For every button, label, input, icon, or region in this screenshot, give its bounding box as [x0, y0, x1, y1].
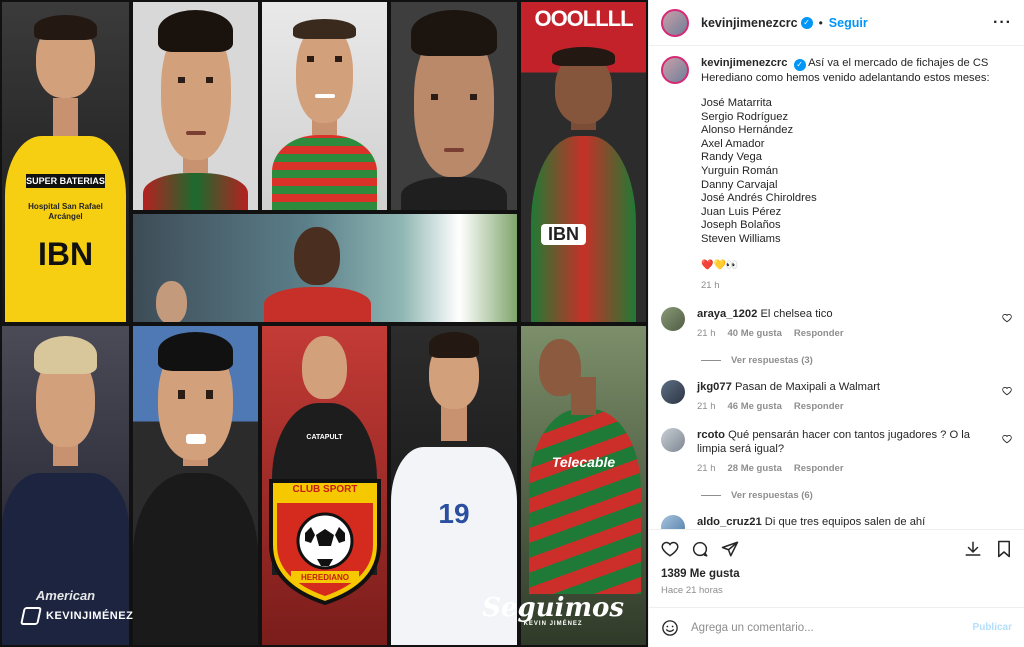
- comment-likes[interactable]: 40 Me gusta: [728, 327, 782, 341]
- watermark: KEVINJIMÉNEZ: [20, 607, 134, 625]
- add-comment-bar: Publicar: [649, 607, 1024, 647]
- player-name: Yurguin Román: [701, 164, 779, 177]
- comment-username[interactable]: aldo_cruz21: [697, 516, 762, 528]
- caption-username[interactable]: kevinjimenezcrc: [701, 57, 787, 69]
- view-replies-button[interactable]: Ver respuestas (3): [701, 355, 1012, 366]
- seguimos-text: Seguimos: [482, 593, 624, 623]
- post-container: SUPER BATERIAS Hospital San Rafael Arcán…: [0, 0, 1024, 647]
- comment-username[interactable]: jkg077: [697, 381, 732, 393]
- comment-text: Pasan de Maxipali a Walmart: [734, 380, 881, 393]
- sponsor-text: IBN: [541, 224, 586, 245]
- player-name: Axel Amador: [701, 137, 765, 150]
- player-photo: American: [0, 324, 131, 647]
- verified-badge-icon: ✓: [800, 16, 813, 29]
- player-name: José Andrés Chiroldres: [701, 192, 817, 205]
- author-avatar[interactable]: [661, 56, 689, 84]
- sponsor-text: Hospital San Rafael Arcángel: [28, 202, 103, 221]
- like-comment-heart-icon[interactable]: [1002, 434, 1012, 444]
- comment-likes[interactable]: 46 Me gusta: [728, 400, 782, 414]
- comment-likes[interactable]: 28 Me gusta: [728, 462, 782, 476]
- player-name: Alonso Hernández: [701, 124, 794, 137]
- sponsor-text: Telecable: [551, 454, 616, 470]
- player-photo: [260, 0, 389, 212]
- view-replies-label[interactable]: Ver respuestas (6): [731, 490, 813, 501]
- sponsor-text: IBN: [37, 236, 94, 272]
- comment-item: aldo_cruz21 Di que tres equipos salen de…: [661, 514, 1012, 529]
- comments-scroll-area[interactable]: kevinjimenezcrc ✓ Así va el mercado de f…: [649, 46, 1024, 529]
- comment-text: El chelsea tico: [760, 307, 833, 320]
- publish-button[interactable]: Publicar: [973, 622, 1012, 633]
- comment-time[interactable]: 21 h: [697, 400, 716, 414]
- player-name: Steven Williams: [701, 232, 781, 245]
- player-name: Randy Vega: [701, 151, 762, 164]
- comment-item: jkg077 Pasan de Maxipali a Walmart 21 h …: [661, 379, 1012, 414]
- commenter-avatar[interactable]: [661, 379, 685, 404]
- caption-emojis: ❤️💛👀: [701, 259, 739, 271]
- post-timestamp[interactable]: Hace 21 horas: [661, 585, 1012, 596]
- comment-username[interactable]: rcoto: [697, 429, 725, 441]
- sponsor-text: American: [35, 588, 96, 603]
- player-name: Danny Carvajal: [701, 178, 778, 191]
- author-avatar[interactable]: [661, 8, 689, 37]
- replies-divider: [701, 359, 721, 361]
- like-comment-heart-icon[interactable]: [1002, 386, 1012, 396]
- player-photo: OOOLLLL IBN: [519, 0, 648, 324]
- reply-button[interactable]: Responder: [794, 327, 844, 341]
- watermark-text: KEVINJIMÉNEZ: [46, 610, 134, 622]
- kj-logo-icon: [20, 607, 42, 625]
- commenter-avatar[interactable]: [661, 306, 685, 331]
- view-replies-label[interactable]: Ver respuestas (3): [731, 355, 813, 366]
- caption-time: 21 h: [701, 279, 720, 291]
- comment-bubble-icon[interactable]: [691, 540, 709, 558]
- player-name: Sergio Rodríguez: [701, 110, 789, 123]
- crest-label-bottom: HEREDIANO: [300, 573, 349, 582]
- comment-text: Di que tres equipos salen de ahí: [764, 515, 926, 528]
- player-photo: [131, 324, 260, 647]
- reply-button[interactable]: Responder: [794, 400, 844, 414]
- player-photo: [131, 0, 260, 212]
- verified-badge-icon: ✓: [793, 59, 806, 71]
- crest-label-top: CLUB SPORT: [292, 484, 358, 495]
- comment-time[interactable]: 21 h: [697, 462, 716, 476]
- view-replies-button[interactable]: Ver respuestas (6): [701, 490, 1012, 501]
- like-comment-heart-icon[interactable]: [1002, 313, 1012, 323]
- jersey-number: 19: [438, 498, 470, 529]
- comment-text: Qué pensarán hacer con tantos jugadores …: [697, 428, 971, 455]
- post-caption: kevinjimenezcrc ✓ Así va el mercado de f…: [661, 56, 1012, 293]
- likes-count[interactable]: 1389 Me gusta: [661, 568, 1012, 580]
- player-photo: SUPER BATERIAS Hospital San Rafael Arcán…: [0, 0, 131, 324]
- sponsor-text: SUPER BATERIAS: [26, 174, 105, 188]
- commenter-avatar[interactable]: [661, 514, 685, 529]
- author-username[interactable]: kevinjimenezcrc: [701, 16, 798, 30]
- share-paper-plane-icon[interactable]: [721, 540, 739, 558]
- save-bookmark-icon[interactable]: [996, 540, 1012, 558]
- sponsor-text: CATAPULT: [306, 434, 343, 441]
- comment-input[interactable]: [691, 621, 961, 634]
- player-photo: [131, 212, 519, 324]
- comment-time[interactable]: 21 h: [697, 327, 716, 341]
- player-name: José Matarrita: [701, 97, 772, 109]
- replies-divider: [701, 494, 721, 496]
- post-header: kevinjimenezcrc ✓ • Seguir ···: [649, 0, 1024, 46]
- post-sidebar: kevinjimenezcrc ✓ • Seguir ··· kevinjime…: [648, 0, 1024, 647]
- commenter-avatar[interactable]: [661, 427, 685, 452]
- banner-text: OOOLLLL: [534, 6, 633, 31]
- emoji-picker-icon[interactable]: [661, 619, 679, 637]
- download-icon[interactable]: [964, 540, 982, 558]
- post-actions: 1389 Me gusta Hace 21 horas: [649, 529, 1024, 607]
- follow-button[interactable]: Seguir: [829, 16, 868, 30]
- player-photo: [389, 0, 519, 212]
- more-options-icon[interactable]: ···: [993, 14, 1012, 32]
- player-name: Joseph Bolaños: [701, 219, 781, 232]
- post-image-collage[interactable]: SUPER BATERIAS Hospital San Rafael Arcán…: [0, 0, 648, 647]
- player-name: Juan Luis Pérez: [701, 205, 782, 218]
- comment-username[interactable]: araya_1202: [697, 308, 757, 320]
- comment-item: araya_1202 El chelsea tico 21 h 40 Me gu…: [661, 306, 1012, 341]
- seguimos-signature: Seguimos KEVIN JIMÉNEZ: [482, 593, 624, 627]
- comment-item: rcoto Qué pensarán hacer con tantos juga…: [661, 427, 1012, 476]
- separator-dot: •: [818, 15, 823, 30]
- reply-button[interactable]: Responder: [794, 462, 844, 476]
- players-list: José Matarrita Sergio Rodríguez Alonso H…: [701, 97, 1012, 247]
- like-heart-icon[interactable]: [661, 540, 679, 558]
